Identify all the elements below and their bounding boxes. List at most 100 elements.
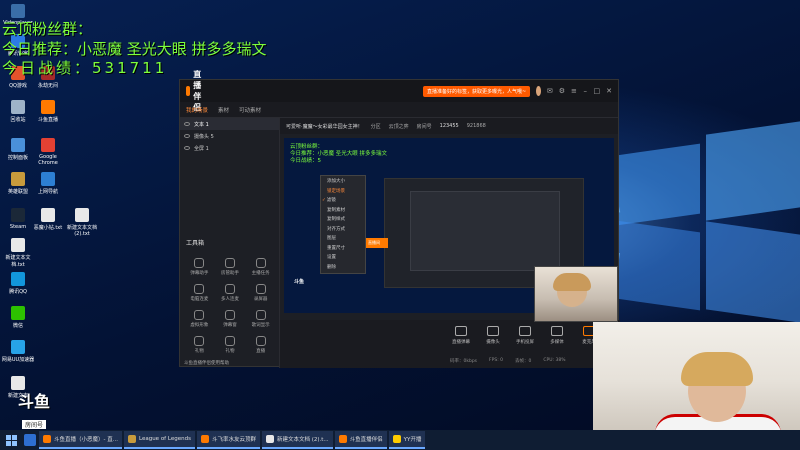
control-label: 多媒体 bbox=[550, 340, 564, 345]
content-area: 可爱听·魔魔～女彩最华园女主神！ 分区 云顶之弈 房间号 123455 9218… bbox=[280, 118, 628, 368]
scene-item[interactable]: 全屏 1 bbox=[180, 142, 279, 154]
app-tab[interactable]: 我的场景 bbox=[186, 106, 208, 114]
tool-label: 电脑连麦 bbox=[190, 297, 209, 302]
text-file-icon bbox=[11, 238, 25, 252]
taskbar-app[interactable]: 斗鱼直播伴侣 bbox=[334, 431, 387, 449]
taskbar-app-icon bbox=[392, 435, 401, 443]
taskbar-app-label: 斗鱼直播（小恶魔）- 直... bbox=[54, 437, 118, 443]
settings-icon[interactable]: ⚙ bbox=[559, 86, 565, 96]
category-label: 分区 bbox=[370, 123, 381, 130]
tool-button[interactable]: 歌词显示 bbox=[245, 310, 276, 328]
desktop-icon[interactable]: 恶魔小钻.txt bbox=[30, 208, 66, 231]
tool-button[interactable]: 礼物 bbox=[215, 336, 246, 354]
task-view-icon[interactable] bbox=[24, 434, 36, 446]
category-value[interactable]: 云顶之弈 bbox=[389, 123, 409, 130]
wallpaper-windows-logo-pane bbox=[706, 121, 800, 221]
scene-label: 文本 1 bbox=[194, 121, 209, 128]
menu-icon[interactable]: ≡ bbox=[571, 86, 577, 96]
tool-label: 直播 bbox=[256, 349, 266, 354]
context-menu-item[interactable]: 复制素材 bbox=[321, 206, 365, 216]
preview-overlay-line: 今日推荐：小恶魔 圣光大眼 拼多多瑞文 bbox=[290, 151, 387, 157]
context-menu-item[interactable]: 滤镜 bbox=[321, 196, 365, 206]
desktop-icon[interactable]: 微信 bbox=[0, 306, 36, 329]
tool-label: 礼物 bbox=[225, 349, 235, 354]
control-icon bbox=[455, 326, 467, 336]
close-icon[interactable]: ✕ bbox=[606, 86, 612, 96]
desktop-icon[interactable]: 网易UU加速器 bbox=[0, 340, 36, 363]
control-button[interactable]: 直播弹幕 bbox=[448, 326, 474, 345]
desktop-icon-label: 腾讯QQ bbox=[9, 289, 27, 295]
context-menu: 添加大小锁定场景滤镜复制素材复制样式对齐方式图层重置尺寸设置删除 bbox=[320, 175, 366, 274]
minimize-icon[interactable]: – bbox=[583, 86, 588, 96]
tool-label: 录屏器 bbox=[253, 297, 268, 302]
desktop-icon[interactable]: Google Chrome bbox=[30, 138, 66, 166]
taskbar-app[interactable]: 新建文本文档 (2).t... bbox=[261, 431, 333, 449]
room-title[interactable]: 可爱听·魔魔～女彩最华园女主神！ bbox=[286, 123, 363, 130]
app-tab[interactable]: 素材 bbox=[218, 106, 229, 114]
scene-item[interactable]: 文本 1 bbox=[180, 118, 279, 130]
desktop-icon[interactable]: 新建文本文档(2).txt bbox=[64, 208, 100, 237]
context-menu-item[interactable]: 添加大小 bbox=[321, 177, 365, 187]
taskbar-app-label: 斗飞率水友云顶群 bbox=[211, 437, 256, 443]
taskbar-app-label: League of Legends bbox=[138, 436, 191, 442]
taskbar-app-icon bbox=[127, 435, 136, 443]
tool-label: 歌词显示 bbox=[251, 323, 270, 328]
desktop-icon[interactable]: 斗鱼直播 bbox=[30, 100, 66, 123]
status-stat: 丢帧：0 bbox=[515, 359, 532, 364]
tool-button[interactable]: 房管助手 bbox=[215, 258, 246, 276]
control-button[interactable]: 多媒体 bbox=[544, 326, 570, 345]
taskbar-app[interactable]: 斗鱼直播（小恶魔）- 直... bbox=[39, 431, 122, 449]
windows-icon bbox=[5, 434, 17, 446]
tool-icon bbox=[224, 310, 235, 320]
eye-icon[interactable] bbox=[184, 134, 190, 138]
taskbar-app[interactable]: YY开播 bbox=[388, 431, 426, 449]
tool-button[interactable]: 主播任务 bbox=[245, 258, 276, 276]
desktop-icon-label: 微信 bbox=[12, 323, 23, 329]
app-logo-icon bbox=[186, 86, 191, 96]
tool-button[interactable]: 录屏器 bbox=[245, 284, 276, 302]
control-button[interactable]: 摄像头 bbox=[480, 326, 506, 345]
status-row: 码率：0kbps FPS: 0 丢帧：0 CPU: 38% bbox=[450, 358, 565, 364]
context-menu-item[interactable]: 设置 bbox=[321, 253, 365, 263]
control-panel-icon bbox=[11, 138, 25, 152]
context-menu-item[interactable]: 复制样式 bbox=[321, 215, 365, 225]
context-menu-item[interactable]: 锁定场景 bbox=[321, 187, 365, 197]
context-menu-item[interactable]: 删除 bbox=[321, 263, 365, 273]
taskbar-app[interactable]: League of Legends bbox=[123, 431, 195, 449]
tool-button[interactable]: 礼物 bbox=[184, 336, 215, 354]
control-button[interactable]: 手机投屏 bbox=[512, 326, 538, 345]
preview-douyu-logo: 斗鱼 bbox=[293, 279, 304, 285]
desktop-icon[interactable]: 上网导航 bbox=[30, 172, 66, 195]
desktop-icon[interactable]: 新建文本文档.txt bbox=[0, 238, 36, 268]
streamer-hair bbox=[553, 273, 591, 291]
tool-button[interactable]: 多人连麦 bbox=[215, 284, 246, 302]
tool-icon bbox=[194, 310, 205, 320]
desktop-icon[interactable]: 腾讯QQ bbox=[0, 272, 36, 295]
tool-button[interactable]: 弹幕窗 bbox=[215, 310, 246, 328]
context-menu-item[interactable]: 图层 bbox=[321, 234, 365, 244]
tool-label: 虚拟形象 bbox=[190, 323, 209, 328]
user-avatar[interactable] bbox=[536, 86, 541, 96]
start-button[interactable] bbox=[0, 430, 22, 450]
app-tab[interactable]: 可动素材 bbox=[239, 106, 261, 114]
taskbar-app[interactable]: 斗飞率水友云顶群 bbox=[196, 431, 260, 449]
tool-button[interactable]: 电脑连麦 bbox=[184, 284, 215, 302]
tool-label: 房管助手 bbox=[220, 271, 239, 276]
status-stat: CPU: 38% bbox=[543, 358, 566, 363]
tool-button[interactable]: 直播 bbox=[245, 336, 276, 354]
context-menu-item[interactable]: 重置尺寸 bbox=[321, 244, 365, 254]
help-notice[interactable]: 斗鱼直播伴侣使用帮助 bbox=[184, 360, 229, 366]
tool-icon bbox=[194, 284, 205, 294]
tool-button[interactable]: 虚拟形象 bbox=[184, 310, 215, 328]
eye-icon[interactable] bbox=[184, 146, 190, 150]
tool-button[interactable]: 弹幕助手 bbox=[184, 258, 215, 276]
douyu-room-label: 房间号 bbox=[21, 420, 46, 429]
tool-icon bbox=[194, 336, 205, 346]
eye-icon[interactable] bbox=[184, 122, 190, 126]
context-menu-item[interactable]: 对齐方式 bbox=[321, 225, 365, 235]
desktop-icon-label: 新建文本文档(2).txt bbox=[66, 225, 97, 237]
promo-banner[interactable]: 直播准备好的标签，获取更多曝光，人气哦~ bbox=[423, 85, 531, 97]
scene-item[interactable]: 摄像头 5 bbox=[180, 130, 279, 142]
maximize-icon[interactable]: □ bbox=[594, 86, 601, 96]
mail-icon[interactable]: ✉ bbox=[547, 86, 553, 96]
